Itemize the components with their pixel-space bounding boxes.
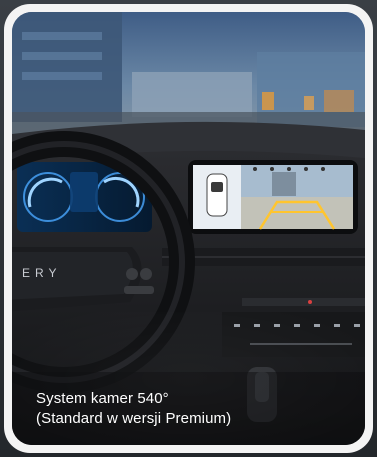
steering-wheel-brand: ERY: [22, 266, 61, 280]
caption-line-1: System kamer 540°: [36, 390, 169, 407]
car-interior-photo: ERY System kamer 540° (Standard w wersji…: [12, 12, 365, 445]
image-card[interactable]: ERY System kamer 540° (Standard w wersji…: [4, 4, 373, 453]
stage: ERY System kamer 540° (Standard w wersji…: [0, 0, 377, 457]
image-caption: System kamer 540° (Standard w wersji Pre…: [36, 389, 346, 429]
building-left: [12, 12, 122, 122]
interior-illustration: ERY: [12, 12, 365, 445]
building-center: [132, 72, 252, 117]
caption-line-2: (Standard w wersji Premium): [36, 410, 232, 427]
